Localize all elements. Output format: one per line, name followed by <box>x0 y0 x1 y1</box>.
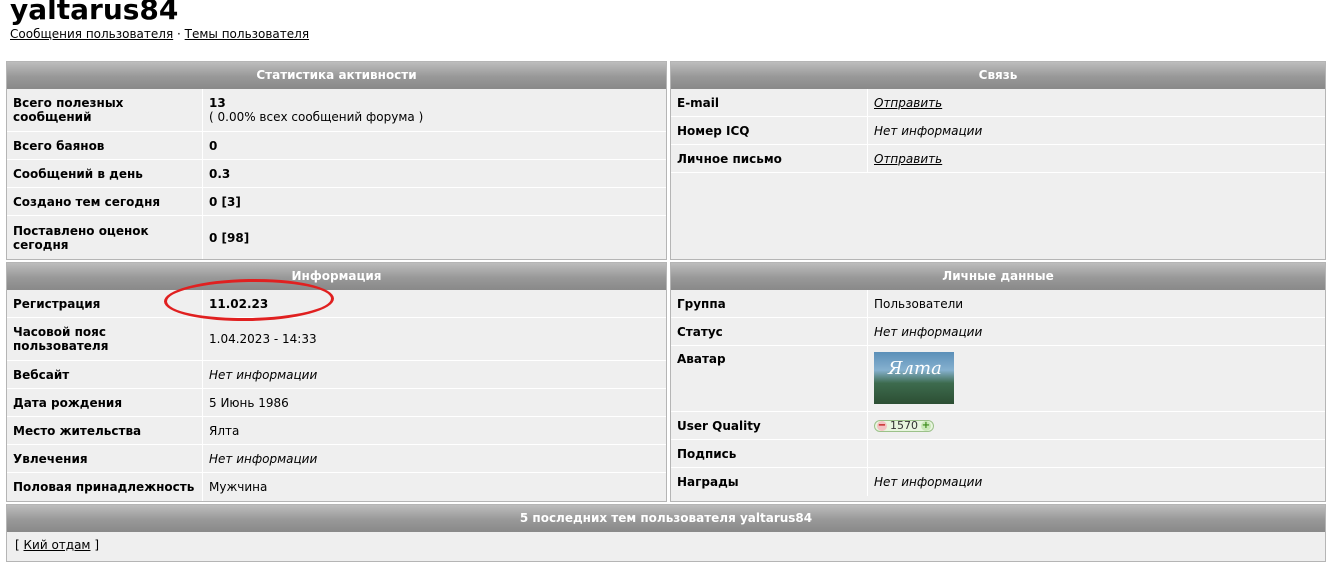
recent-topics-title: 5 последних тем пользователя yaltarus84 <box>7 505 1325 532</box>
user-links: Сообщения пользователя · Темы пользовате… <box>10 27 309 41</box>
activity-panel-title: Статистика активности <box>7 62 666 89</box>
useful-posts-count: 13 <box>209 96 226 110</box>
info-row-gender: Половая принадлежность Мужчина <box>7 473 666 501</box>
personal-row-status: Статус Нет информации <box>671 318 1325 346</box>
row-label: Увлечения <box>7 445 203 472</box>
row-label: Аватар <box>671 346 868 411</box>
contact-panel: Связь E-mail Отправить Номер ICQ Нет инф… <box>670 61 1326 260</box>
personal-row-group: Группа Пользователи <box>671 290 1325 318</box>
row-value: Отправить <box>868 89 1325 116</box>
personal-panel-title: Личные данные <box>671 263 1325 290</box>
contact-panel-title: Связь <box>671 62 1325 89</box>
row-value: 5 Июнь 1986 <box>209 395 289 410</box>
info-row-birthday: Дата рождения 5 Июнь 1986 <box>7 389 666 417</box>
quality-value: 1570 <box>890 418 918 432</box>
row-value: Нет информации <box>209 451 318 466</box>
row-value <box>868 440 1325 467</box>
user-posts-link[interactable]: Сообщения пользователя <box>10 27 173 41</box>
row-value: Ялта <box>209 423 240 438</box>
user-topics-link[interactable]: Темы пользователя <box>185 27 309 41</box>
pm-send-link[interactable]: Отправить <box>874 152 1319 166</box>
bracket-close: ] <box>94 538 99 552</box>
quality-minus-icon[interactable]: − <box>877 420 887 431</box>
row-label: Группа <box>671 290 868 317</box>
row-value: Ялта <box>868 346 1325 411</box>
info-row-registration: Регистрация 11.02.23 <box>7 290 666 318</box>
personal-row-avatar: Аватар Ялта <box>671 346 1325 412</box>
bracket-open: [ <box>15 538 20 552</box>
useful-posts-percent: ( 0.00% всех сообщений форума ) <box>209 110 424 124</box>
info-panel-title: Информация <box>7 263 666 290</box>
user-name: yaltarus84 <box>10 0 179 26</box>
row-value: Мужчина <box>209 480 268 494</box>
avatar-text: Ялта <box>888 358 942 379</box>
row-label: Номер ICQ <box>671 117 868 144</box>
contact-row-email: E-mail Отправить <box>671 89 1325 117</box>
row-label: Подпись <box>671 440 868 467</box>
row-value: Нет информации <box>874 475 983 489</box>
activity-row-posts-per-day: Сообщений в день 0.3 <box>7 160 666 188</box>
activity-row-useful-posts: Всего полезных сообщений 13 ( 0.00% всех… <box>7 89 666 132</box>
topic-link[interactable]: Кий отдам <box>24 538 91 552</box>
row-value: 13 ( 0.00% всех сообщений форума ) <box>203 89 666 131</box>
row-value: Нет информации <box>874 123 983 138</box>
row-label: Создано тем сегодня <box>7 188 203 215</box>
row-label: Всего полезных сообщений <box>7 89 203 131</box>
info-panel: Информация Регистрация 11.02.23 Часовой … <box>6 262 667 502</box>
row-label: Личное письмо <box>671 145 868 172</box>
personal-panel: Личные данные Группа Пользователи Статус… <box>670 262 1326 502</box>
link-separator: · <box>177 27 181 41</box>
contact-row-pm: Личное письмо Отправить <box>671 145 1325 173</box>
personal-row-awards: Награды Нет информации <box>671 468 1325 496</box>
row-label: Регистрация <box>7 290 203 317</box>
row-label: Сообщений в день <box>7 160 203 187</box>
quality-plus-icon[interactable]: + <box>921 420 931 431</box>
row-label: Половая принадлежность <box>7 473 203 501</box>
row-label: Вебсайт <box>7 361 203 388</box>
personal-row-signature: Подпись <box>671 440 1325 468</box>
info-row-timezone: Часовой пояс пользователя 1.04.2023 - 14… <box>7 318 666 361</box>
personal-row-quality: User Quality − 1570 + <box>671 412 1325 440</box>
row-value: 1.04.2023 - 14:33 <box>209 332 317 346</box>
row-value: Отправить <box>868 145 1325 172</box>
activity-row-ratings-today: Поставлено оценок сегодня 0 [98] <box>7 216 666 259</box>
row-label: Статус <box>671 318 868 345</box>
row-value: Нет информации <box>209 367 318 382</box>
recent-topics-list: [ Кий отдам ] <box>7 532 1325 558</box>
row-value: 0 [98] <box>209 231 250 245</box>
row-label: Дата рождения <box>7 389 203 416</box>
row-value: 0.3 <box>209 166 231 181</box>
row-value: − 1570 + <box>868 412 1325 439</box>
row-label: Часовой пояс пользователя <box>7 318 203 360</box>
row-label: Награды <box>671 468 868 496</box>
row-label: Место жительства <box>7 417 203 444</box>
row-value: 0 <box>209 138 218 153</box>
row-label: E-mail <box>671 89 868 116</box>
row-label: Поставлено оценок сегодня <box>7 216 203 259</box>
row-label: Всего баянов <box>7 132 203 159</box>
activity-row-bayans: Всего баянов 0 <box>7 132 666 160</box>
activity-row-topics-today: Создано тем сегодня 0 [3] <box>7 188 666 216</box>
info-row-location: Место жительства Ялта <box>7 417 666 445</box>
quality-widget: − 1570 + <box>874 418 934 432</box>
row-value: 0 [3] <box>209 194 241 209</box>
recent-topics-panel: 5 последних тем пользователя yaltarus84 … <box>6 504 1326 562</box>
email-send-link[interactable]: Отправить <box>874 96 1319 110</box>
row-value: Нет информации <box>874 324 983 339</box>
row-label: User Quality <box>671 412 868 439</box>
info-row-website: Вебсайт Нет информации <box>7 361 666 389</box>
contact-row-icq: Номер ICQ Нет информации <box>671 117 1325 145</box>
info-row-interests: Увлечения Нет информации <box>7 445 666 473</box>
activity-panel: Статистика активности Всего полезных соо… <box>6 61 667 260</box>
row-value: Пользователи <box>874 296 964 311</box>
row-value: 11.02.23 <box>209 296 269 311</box>
avatar: Ялта <box>874 352 954 404</box>
